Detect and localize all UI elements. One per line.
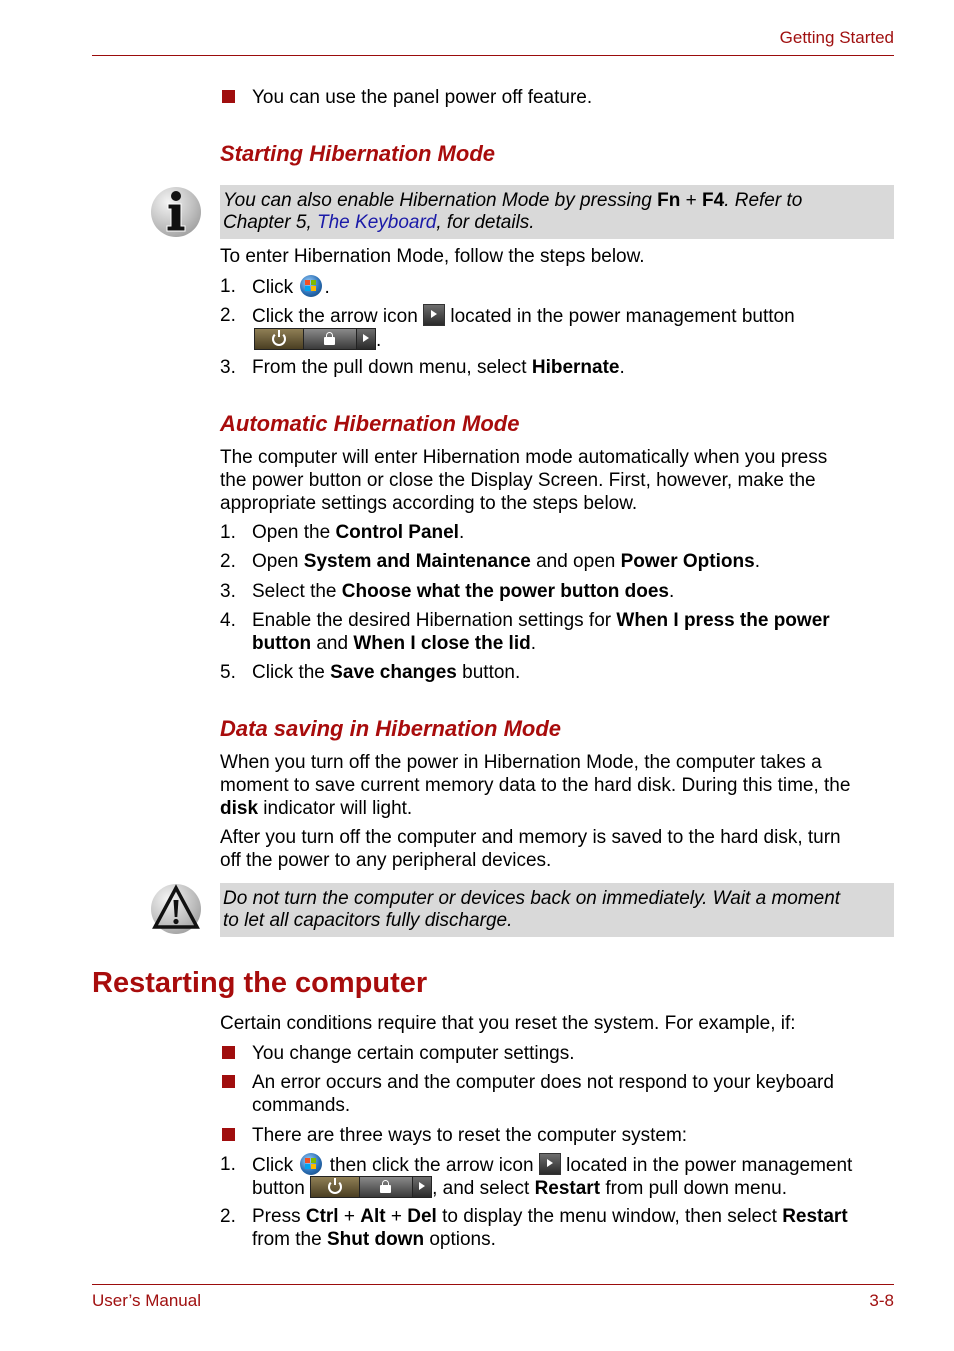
intro-bullet-text: You can use the panel power off feature. — [252, 87, 593, 108]
info-icon — [151, 187, 201, 237]
footer-rule — [92, 1284, 894, 1285]
info-note: You can also enable Hibernation Mode by … — [220, 185, 894, 239]
footer-page-number: 3-8 — [869, 1291, 894, 1310]
auto-step-4: Enable the desired Hibernation settings … — [252, 610, 830, 631]
step-number: 5. — [220, 662, 236, 683]
heading-data-saving: Data saving in Hibernation Mode — [220, 716, 562, 741]
heading-automatic-hibernation: Automatic Hibernation Mode — [220, 411, 520, 436]
arrow-icon — [357, 329, 375, 349]
step-number: 3. — [220, 357, 236, 378]
power-management-button-icon — [310, 1176, 433, 1198]
heading-starting-hibernation: Starting Hibernation Mode — [220, 141, 495, 166]
info-note-line-2: Chapter 5, The Keyboard, for details. — [223, 212, 535, 233]
key-f4: F4 — [702, 190, 725, 211]
restart-step-1-cont: button , and select Restart from pull do… — [252, 1176, 787, 1199]
info-note-line-1: You can also enable Hibernation Mode by … — [223, 190, 803, 211]
bullet-marker — [222, 90, 235, 103]
auto-step-2: Open System and Maintenance and open Pow… — [252, 551, 760, 572]
restart-lead-text: Certain conditions require that you rese… — [220, 1013, 796, 1034]
lock-icon — [304, 329, 357, 349]
caution-note: Do not turn the computer or devices back… — [220, 883, 894, 937]
auto-step-3: Select the Choose what the power button … — [252, 581, 675, 602]
paragraph-line: appropriate settings according to the st… — [220, 493, 638, 514]
power-icon — [255, 329, 304, 349]
paragraph-line: disk indicator will light. — [220, 798, 413, 819]
header-rule — [92, 55, 894, 56]
power-icon — [311, 1177, 361, 1197]
windows-start-orb-icon — [300, 275, 323, 297]
key-fn: Fn — [657, 190, 681, 211]
windows-start-orb-icon — [300, 1153, 323, 1175]
step-number: 2. — [220, 551, 236, 572]
restart-bullet-2: An error occurs and the computer does no… — [252, 1072, 834, 1093]
caution-line-2: to let all capacitors fully discharge. — [223, 910, 513, 931]
step-2-cont: . — [254, 328, 381, 352]
restart-bullet-2-cont: commands. — [252, 1095, 351, 1116]
paragraph-line: moment to save current memory data to th… — [220, 775, 851, 796]
lock-icon — [360, 1177, 414, 1197]
bullet-marker — [222, 1128, 235, 1141]
bullet-marker — [222, 1075, 235, 1088]
footer-manual-title: User’s Manual — [92, 1291, 201, 1310]
step-number: 2. — [220, 1206, 236, 1227]
step-number: 1. — [220, 522, 236, 543]
paragraph-line: After you turn off the computer and memo… — [220, 827, 841, 848]
restart-step-1: Click then click the arrow icon located … — [252, 1153, 853, 1176]
restart-bullet-3: There are three ways to reset the comput… — [252, 1125, 688, 1146]
restart-bullet-1: You change certain computer settings. — [252, 1043, 575, 1064]
link-the-keyboard[interactable]: The Keyboard — [317, 212, 436, 233]
auto-step-5: Click the Save changes button. — [252, 662, 521, 683]
hibernation-lead-text: To enter Hibernation Mode, follow the st… — [220, 246, 645, 267]
arrow-icon — [413, 1177, 432, 1197]
paragraph-line: off the power to any peripheral devices. — [220, 850, 552, 871]
power-management-button-icon — [254, 328, 376, 350]
step-2: Click the arrow icon located in the powe… — [252, 304, 795, 327]
restart-step-2-cont: from the Shut down options. — [252, 1229, 496, 1250]
step-number: 1. — [220, 276, 236, 297]
step-number: 1. — [220, 1154, 236, 1175]
arrow-icon — [423, 304, 446, 326]
restart-step-2: Press Ctrl + Alt + Del to display the me… — [252, 1206, 848, 1227]
step-number: 3. — [220, 581, 236, 602]
step-1: Click . — [252, 275, 330, 298]
step-3: From the pull down menu, select Hibernat… — [252, 357, 625, 378]
caution-line-1: Do not turn the computer or devices back… — [223, 888, 841, 909]
warning-icon — [151, 884, 201, 934]
auto-step-4-cont: button and When I close the lid. — [252, 633, 536, 654]
running-header-section: Getting Started — [779, 28, 894, 47]
arrow-icon — [538, 1153, 561, 1175]
heading-restarting-computer: Restarting the computer — [92, 967, 428, 999]
paragraph-line: When you turn off the power in Hibernati… — [220, 752, 822, 773]
paragraph-line: The computer will enter Hibernation mode… — [220, 447, 828, 468]
step-number: 4. — [220, 610, 236, 631]
bullet-marker — [222, 1046, 235, 1059]
paragraph-line: the power button or close the Display Sc… — [220, 470, 816, 491]
step-number: 2. — [220, 305, 236, 326]
auto-step-1: Open the Control Panel. — [252, 522, 465, 543]
